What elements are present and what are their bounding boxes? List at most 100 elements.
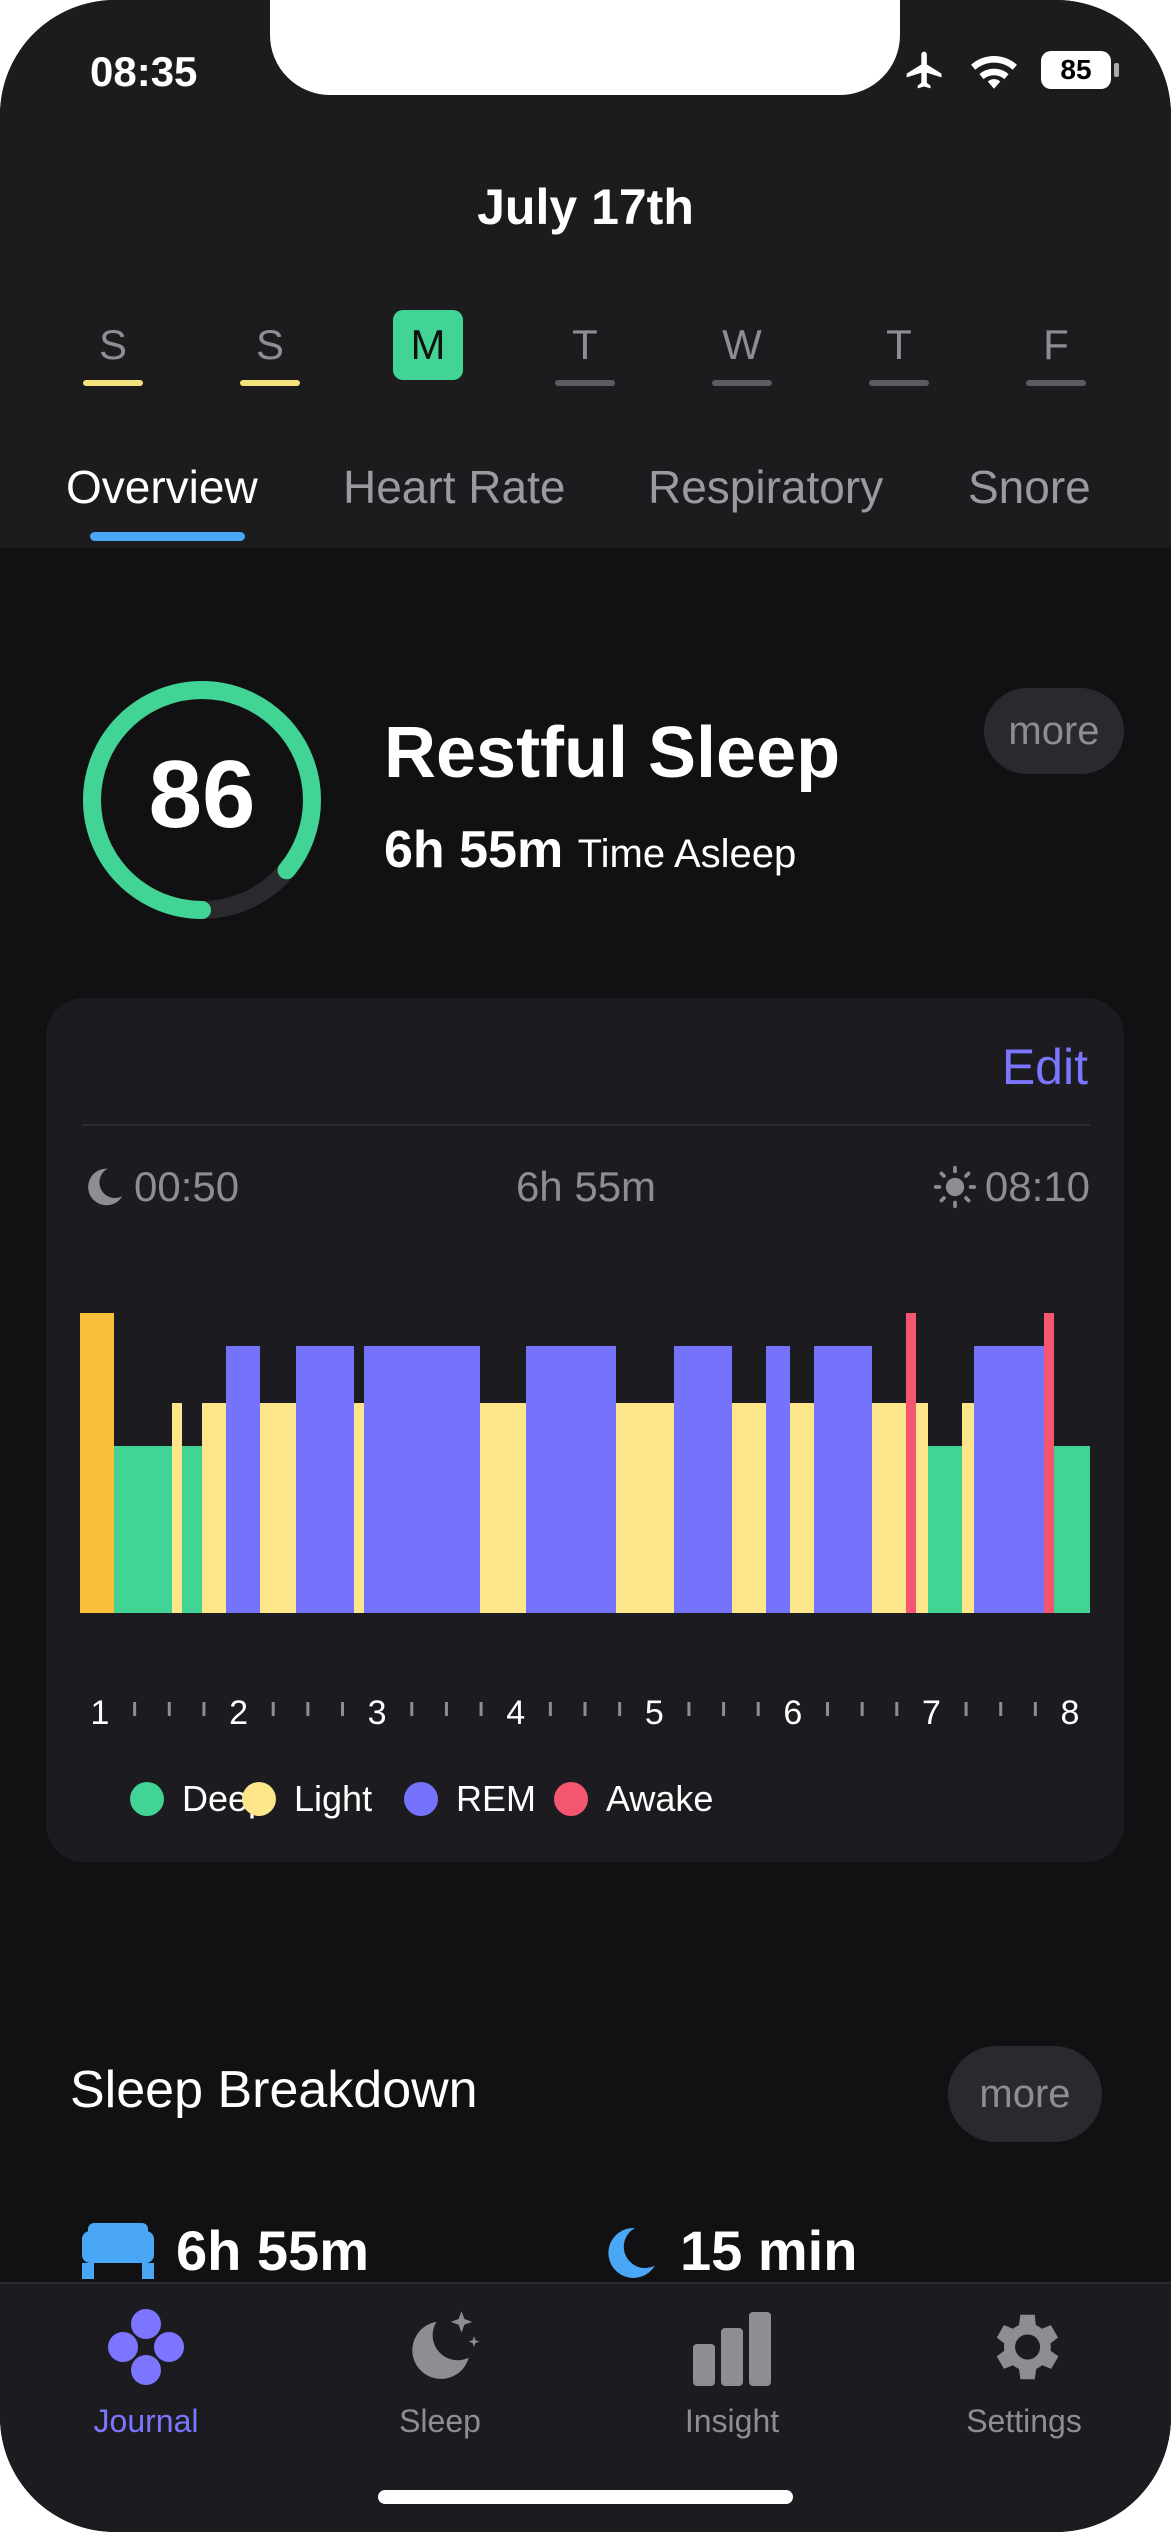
stage-bar <box>790 1403 814 1613</box>
tab-active-indicator <box>90 532 245 541</box>
gear-icon <box>996 2314 1059 2380</box>
stage-bar <box>974 1346 1044 1613</box>
day-marker <box>240 380 300 386</box>
time-asleep-value: 6h 55m <box>384 821 564 879</box>
legend-dot <box>404 1782 438 1816</box>
time-asleep: 6h 55m Time Asleep <box>384 820 796 880</box>
day-marker <box>555 380 615 386</box>
bed-icon <box>82 2223 154 2279</box>
stage-bar <box>1044 1313 1054 1613</box>
hour-axis: 1 2 3 4 5 6 7 8 <box>91 1694 1080 1732</box>
sleep-breakdown-title: Sleep Breakdown <box>70 2061 478 2119</box>
stage-bar <box>1054 1446 1090 1613</box>
tab-overview[interactable]: Overview <box>66 460 258 514</box>
sleep-quality-title: Restful Sleep <box>384 713 841 793</box>
stage-bar <box>202 1403 226 1613</box>
stage-bar <box>766 1346 790 1613</box>
day-wednesday[interactable]: W <box>707 310 777 386</box>
stage-bar <box>226 1346 260 1613</box>
bar-chart-icon <box>693 2312 771 2386</box>
day-letter: M <box>393 310 463 380</box>
sleep-score: 86 <box>148 741 256 848</box>
day-friday[interactable]: F <box>1021 310 1091 386</box>
day-saturday[interactable]: S <box>235 310 305 386</box>
day-letter: F <box>1043 321 1069 368</box>
stage-bar <box>616 1403 674 1613</box>
home-indicator[interactable] <box>378 2490 793 2504</box>
moon-icon <box>608 2227 655 2278</box>
legend-dot <box>242 1782 276 1816</box>
stage-bar <box>364 1346 480 1613</box>
day-marker <box>83 380 143 386</box>
day-marker <box>1026 380 1086 386</box>
time-asleep-label: Time Asleep <box>577 832 797 876</box>
day-letter: S <box>255 321 284 368</box>
notch <box>270 0 900 95</box>
tab-snore[interactable]: Snore <box>968 460 1091 514</box>
sleep-time-row: 00:50 6h 55m 08:10 <box>82 1163 1090 1223</box>
stat-time-asleep-value: 6h 55m <box>176 2219 369 2282</box>
day-sunday[interactable]: S <box>78 310 148 386</box>
stage-bar <box>962 1403 974 1613</box>
airplane-icon <box>906 51 942 89</box>
wifi-icon <box>971 56 1017 89</box>
hour-label: 3 <box>368 1694 387 1732</box>
stat-fall-asleep: 15 min <box>600 2218 857 2283</box>
tabbar-sleep-label: Sleep <box>399 2403 481 2439</box>
legend-label: Awake <box>606 1778 714 1819</box>
stage-bar <box>114 1446 172 1613</box>
phone-screen: 08:35 85 July 17th S S M T W T F Overvie… <box>0 0 1171 2532</box>
stage-bar <box>674 1346 732 1613</box>
journal-icon <box>108 2309 184 2385</box>
battery-indicator: 85 <box>1041 51 1119 89</box>
wake-time: 08:10 <box>933 1163 1090 1211</box>
stage-bar <box>182 1446 202 1613</box>
day-monday[interactable]: M <box>393 310 463 380</box>
day-letter: W <box>722 321 762 368</box>
tabbar-sleep[interactable]: Sleep <box>340 2304 540 2440</box>
tabbar-insight[interactable]: Insight <box>632 2304 832 2440</box>
tab-strip: Overview Heart Rate Respiratory Snore <box>0 450 1171 548</box>
legend-light-item: Light <box>242 1778 372 1820</box>
stage-bar <box>260 1403 296 1613</box>
stat-time-asleep: 6h 55m <box>80 2218 369 2283</box>
week-day-selector: S S M T W T F <box>0 310 1171 390</box>
hour-label: 6 <box>783 1694 802 1732</box>
wake-time-value: 08:10 <box>984 1163 1090 1210</box>
day-tuesday[interactable]: T <box>550 310 620 386</box>
stage-bar <box>916 1403 928 1613</box>
hour-label: 1 <box>91 1694 110 1732</box>
stage-bar <box>872 1403 906 1613</box>
sleep-stage-chart <box>80 1313 1090 1613</box>
hour-label: 8 <box>1061 1694 1080 1732</box>
day-marker <box>869 380 929 386</box>
tabbar-journal[interactable]: Journal <box>46 2304 246 2440</box>
stage-bar <box>296 1346 354 1613</box>
tabbar-settings[interactable]: Settings <box>924 2304 1124 2440</box>
date-title: July 17th <box>477 179 694 235</box>
stage-bar <box>172 1403 182 1613</box>
day-marker <box>712 380 772 386</box>
stage-bar <box>480 1403 526 1613</box>
tab-heart-rate[interactable]: Heart Rate <box>343 460 565 514</box>
edit-button[interactable]: Edit <box>1002 1038 1088 1096</box>
sun-icon <box>933 1165 976 1209</box>
hour-label: 2 <box>229 1694 248 1732</box>
hour-label: 4 <box>506 1694 525 1732</box>
breakdown-more-button[interactable]: more <box>948 2046 1102 2142</box>
tab-respiratory[interactable]: Respiratory <box>648 460 883 514</box>
day-thursday[interactable]: T <box>864 310 934 386</box>
hour-label: 5 <box>645 1694 664 1732</box>
day-letter: T <box>572 321 598 368</box>
stage-bar <box>732 1403 766 1613</box>
stage-bar <box>906 1313 916 1613</box>
stage-legend: Deep Light REM Awake <box>46 1778 1124 1828</box>
stage-bar <box>80 1313 114 1613</box>
stage-bar <box>928 1446 962 1613</box>
legend-label: REM <box>456 1778 536 1819</box>
summary-more-button[interactable]: more <box>984 688 1124 774</box>
legend-label: Light <box>294 1778 373 1819</box>
moon-stars-icon <box>412 2311 480 2379</box>
legend-dot <box>554 1782 588 1816</box>
tabbar-settings-label: Settings <box>966 2403 1082 2439</box>
